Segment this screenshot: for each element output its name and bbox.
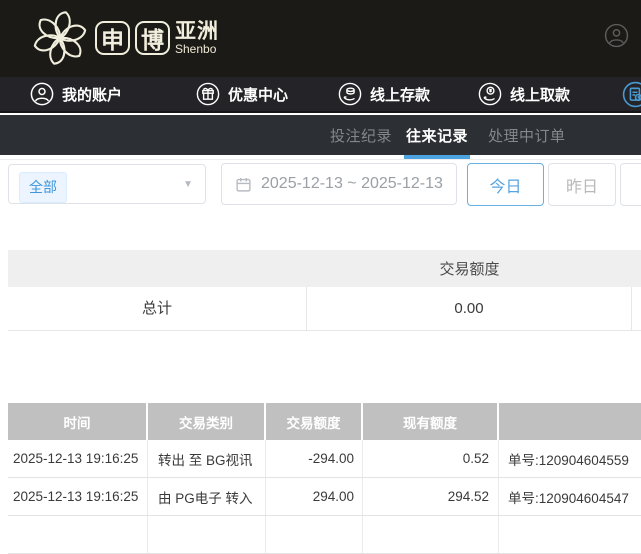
top-header: 申 博 亚洲 Shenbo xyxy=(0,0,641,77)
filter-bar: 全部 ▼ 2025-12-13 ~ 2025-12-13 今日 昨日 xyxy=(0,163,641,207)
summary-header-row: 交易额度 xyxy=(8,250,641,287)
gift-icon xyxy=(196,82,220,106)
deposit-icon xyxy=(338,82,362,106)
cell-type: 转出 至 BG视讯 xyxy=(148,440,266,477)
nav-item-deposit[interactable]: 线上存款 xyxy=(338,77,430,111)
tab-processing-orders[interactable]: 处理中订单 xyxy=(488,115,566,155)
nav-item-label: 我的账户 xyxy=(62,84,122,105)
summary-table: 交易额度 总计 0.00 xyxy=(8,250,641,331)
type-select-tag: 全部 xyxy=(19,172,67,203)
cell-ref: 单号:120904604547 xyxy=(499,478,641,515)
col-header-amount: 交易额度 xyxy=(266,403,363,440)
tab-label: 处理中订单 xyxy=(488,125,566,146)
records-clipboard-icon[interactable] xyxy=(622,81,641,108)
tab-bar-hairline xyxy=(0,155,641,160)
cell-time: 2025-12-13 19:16:25 xyxy=(8,478,148,515)
table-header-row: 时间 交易类别 交易额度 现有额度 xyxy=(8,403,641,440)
calendar-icon xyxy=(235,176,252,193)
brand-char-2: 博 xyxy=(135,21,170,55)
type-select[interactable]: 全部 ▼ xyxy=(8,164,206,204)
col-header-type: 交易类别 xyxy=(148,403,266,440)
summary-total-row: 总计 0.00 xyxy=(8,287,641,331)
active-tab-underline xyxy=(404,155,470,159)
cutoff-range-button[interactable] xyxy=(620,163,641,206)
cell-amount: -294.00 xyxy=(266,440,363,477)
today-button[interactable]: 今日 xyxy=(467,163,544,206)
tab-label: 投注纪录 xyxy=(330,125,392,146)
cell-balance: 0.52 xyxy=(363,440,499,477)
yesterday-button[interactable]: 昨日 xyxy=(548,163,616,206)
cell-ref: 单号:120904604559 xyxy=(499,440,641,477)
chevron-down-icon: ▼ xyxy=(183,179,193,190)
table-row: 2025-12-13 19:16:25 由 PG电子 转入 294.00 294… xyxy=(8,478,641,516)
flower-logo-icon xyxy=(31,6,89,70)
withdraw-icon xyxy=(478,82,502,106)
tab-label: 往来记录 xyxy=(406,125,468,146)
brand-char-1: 申 xyxy=(95,21,130,55)
brand-name-en: Shenbo xyxy=(175,43,219,56)
brand-wordmark: 亚洲 Shenbo xyxy=(175,21,219,56)
brand-characters: 申 博 xyxy=(95,21,170,55)
main-navigation: 我的账户 优惠中心 线上存款 xyxy=(0,77,641,113)
nav-item-promotions[interactable]: 优惠中心 xyxy=(196,77,288,111)
nav-item-label: 优惠中心 xyxy=(228,84,288,105)
table-row-partial xyxy=(8,516,641,554)
col-header-time: 时间 xyxy=(8,403,148,440)
cell-type: 由 PG电子 转入 xyxy=(148,478,266,515)
nav-item-label: 线上取款 xyxy=(510,84,570,105)
nav-item-my-account[interactable]: 我的账户 xyxy=(30,77,122,111)
col-header-balance: 现有额度 xyxy=(363,403,499,440)
col-header-ref xyxy=(499,403,641,440)
summary-total-value: 0.00 xyxy=(307,287,632,330)
date-range-input[interactable]: 2025-12-13 ~ 2025-12-13 xyxy=(221,163,457,205)
brand-region: 亚洲 xyxy=(175,21,219,43)
summary-header-amount: 交易额度 xyxy=(307,258,632,279)
summary-total-label: 总计 xyxy=(8,287,307,330)
user-avatar-icon[interactable] xyxy=(604,23,629,48)
cell-time: 2025-12-13 19:16:25 xyxy=(8,440,148,477)
date-range-value: 2025-12-13 ~ 2025-12-13 xyxy=(261,175,443,193)
cell-amount: 294.00 xyxy=(266,478,363,515)
user-icon xyxy=(30,82,54,106)
records-tab-bar: 投注纪录 往来记录 处理中订单 xyxy=(0,115,641,155)
brand-logo[interactable]: 申 博 亚洲 Shenbo xyxy=(31,6,219,70)
table-row: 2025-12-13 19:16:25 转出 至 BG视讯 -294.00 0.… xyxy=(8,440,641,478)
cell-balance: 294.52 xyxy=(363,478,499,515)
transactions-table: 时间 交易类别 交易额度 现有额度 2025-12-13 19:16:25 转出… xyxy=(8,403,641,554)
nav-item-withdraw[interactable]: 线上取款 xyxy=(478,77,570,111)
tab-transaction-records[interactable]: 往来记录 xyxy=(406,115,468,155)
nav-item-label: 线上存款 xyxy=(370,84,430,105)
tab-betting-records[interactable]: 投注纪录 xyxy=(330,115,392,155)
